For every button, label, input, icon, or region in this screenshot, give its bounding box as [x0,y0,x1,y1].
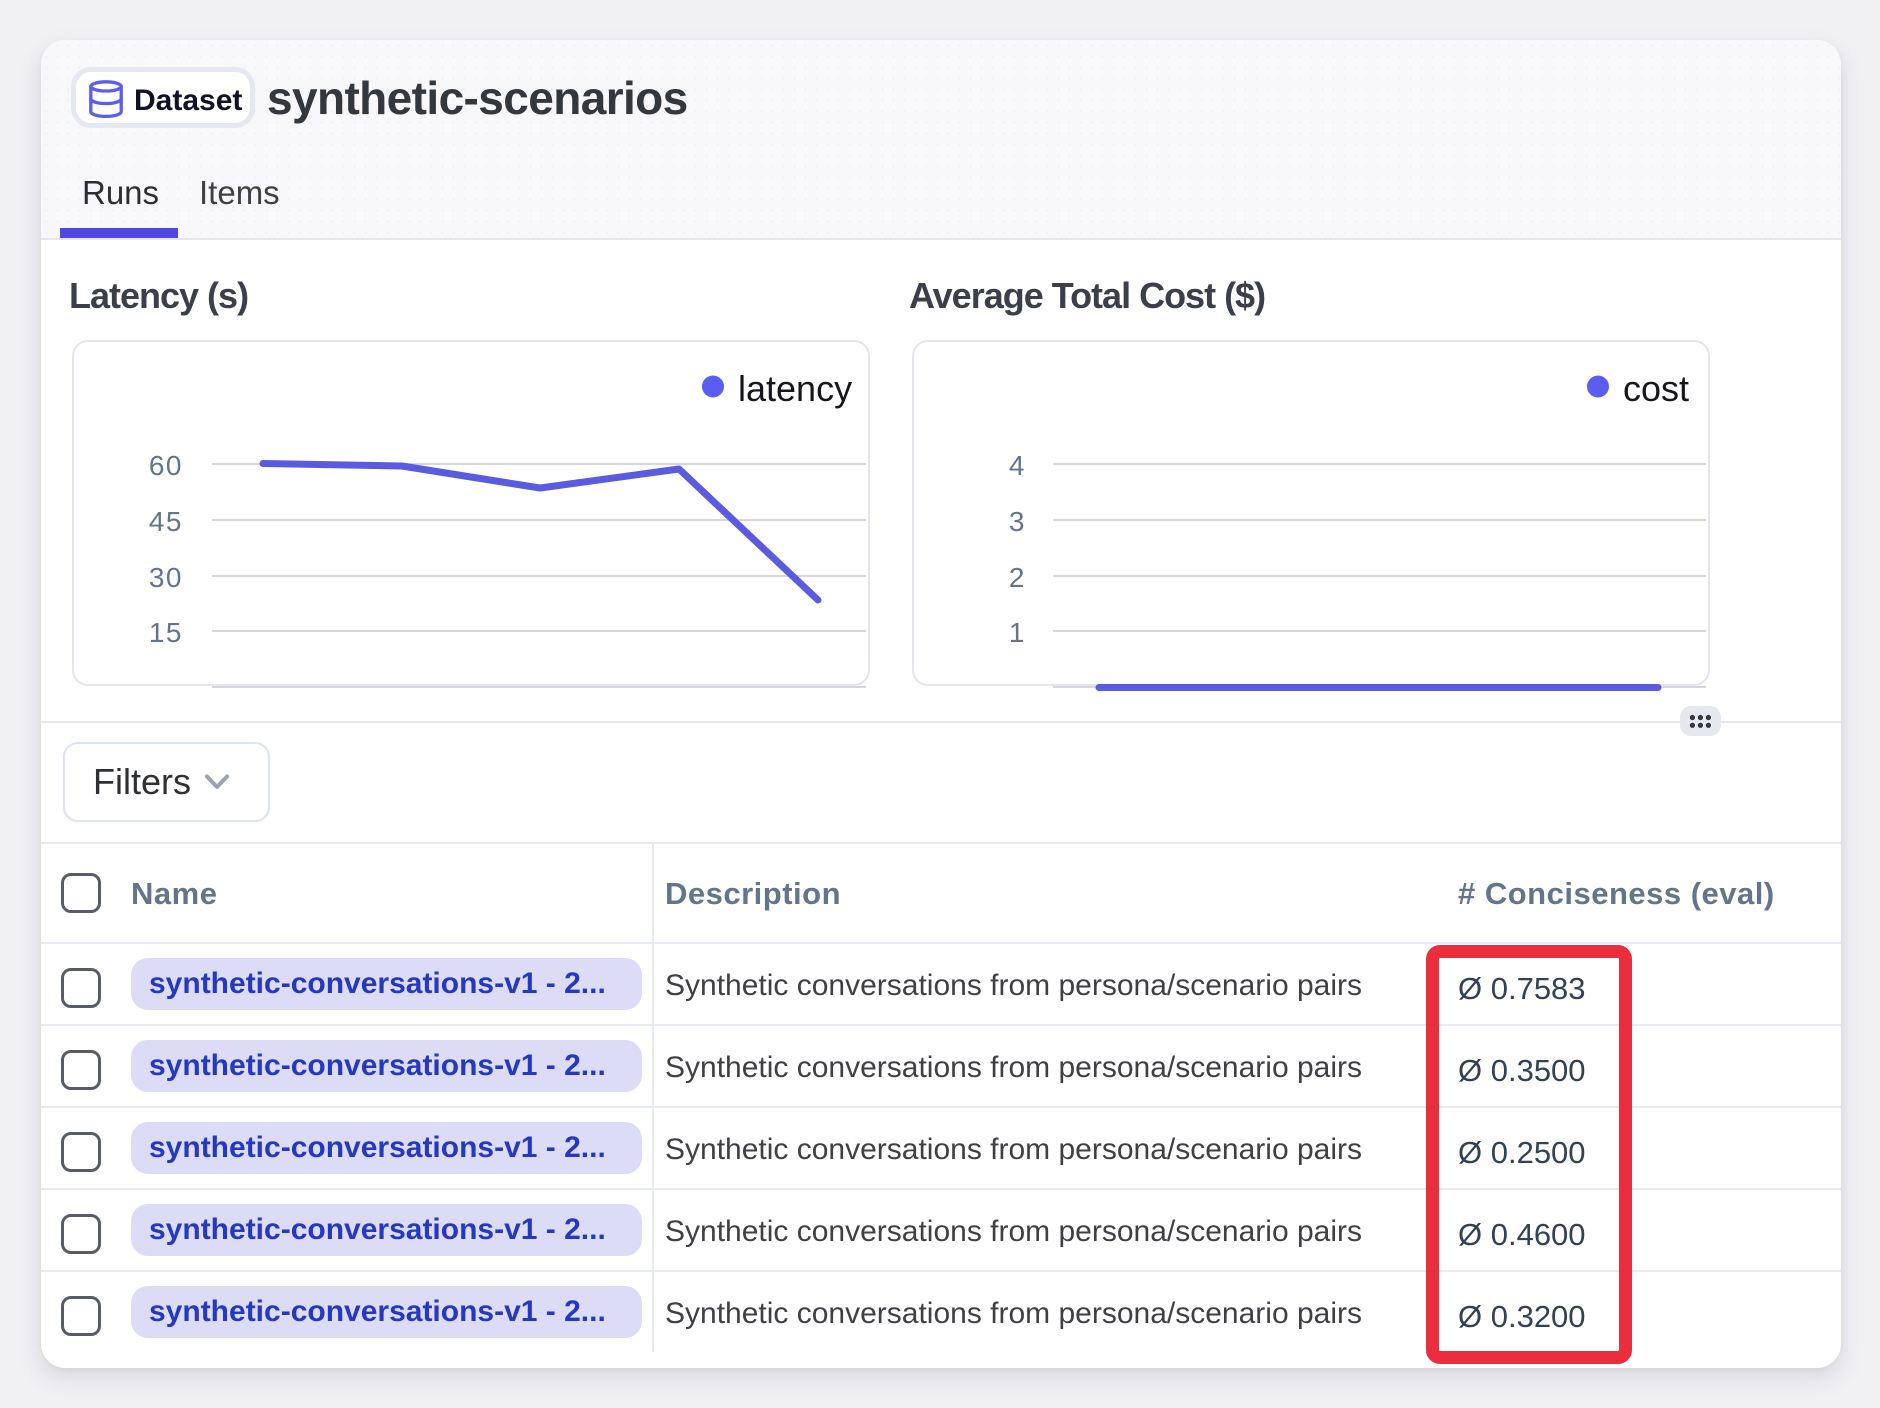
svg-text:30: 30 [149,562,183,593]
svg-text:15: 15 [149,617,183,648]
svg-text:latency: latency [738,368,852,409]
svg-text:2: 2 [1009,562,1026,593]
svg-text:45: 45 [149,506,183,537]
svg-text:3: 3 [1009,506,1026,537]
svg-text:4: 4 [1009,450,1026,481]
svg-text:1: 1 [1009,617,1026,648]
svg-text:60: 60 [149,450,183,481]
svg-text:cost: cost [1623,368,1689,409]
